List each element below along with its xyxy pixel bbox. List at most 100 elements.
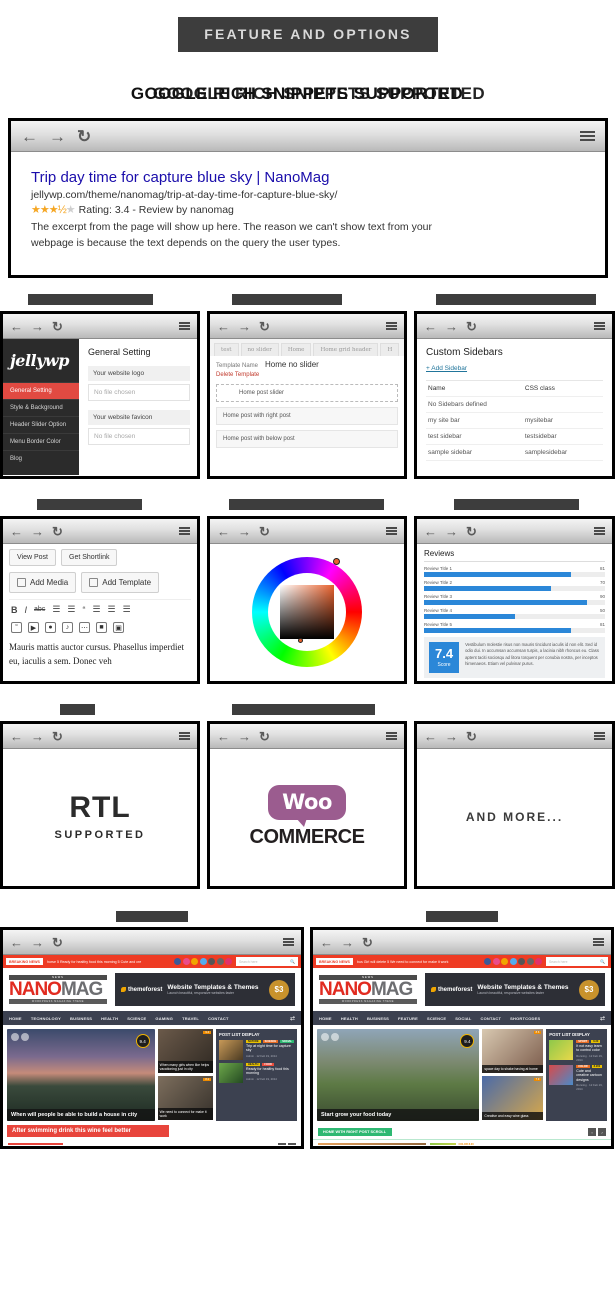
slider-arrows[interactable] — [11, 1033, 29, 1041]
hamburger-icon[interactable] — [179, 321, 190, 332]
reload-icon[interactable]: ↻ — [466, 730, 477, 743]
nav-item-contact[interactable]: CONTACT — [481, 1016, 502, 1021]
forward-icon[interactable]: → — [31, 525, 44, 538]
back-icon[interactable]: ← — [21, 128, 38, 145]
reload-icon[interactable]: ↻ — [466, 525, 477, 538]
back-icon[interactable]: ← — [10, 730, 23, 743]
align-center-icon[interactable]: ☰ — [108, 604, 116, 615]
forward-icon[interactable]: → — [49, 128, 66, 145]
back-icon[interactable]: ← — [320, 936, 333, 949]
reload-icon[interactable]: ↻ — [259, 525, 270, 538]
add-sidebar-link[interactable]: + Add Sidebar — [426, 365, 467, 372]
social-icons[interactable] — [174, 958, 232, 965]
reload-icon[interactable]: ↻ — [259, 320, 270, 333]
forward-icon[interactable]: → — [31, 936, 44, 949]
bold-icon[interactable]: B — [11, 605, 18, 615]
twitter-icon[interactable] — [509, 958, 517, 965]
nav-item-home[interactable]: HOME — [319, 1016, 332, 1021]
hamburger-icon[interactable] — [386, 526, 397, 537]
random-post-icon[interactable]: ⇄ — [600, 1015, 605, 1022]
hamburger-icon[interactable] — [179, 526, 190, 537]
block-icon[interactable]: ■ — [96, 622, 107, 633]
back-icon[interactable]: ← — [424, 730, 437, 743]
reload-icon[interactable]: ↻ — [362, 936, 373, 949]
mid-card[interactable]: 8.2 We need to connect for make it work — [157, 1076, 214, 1120]
bottom-headline[interactable]: After swimming drink this wine feel bett… — [7, 1125, 170, 1137]
nav-item-health[interactable]: HEALTH — [101, 1016, 118, 1021]
reload-icon[interactable]: ↻ — [52, 730, 63, 743]
hamburger-icon[interactable] — [594, 526, 605, 537]
forward-icon[interactable]: → — [445, 730, 458, 743]
linkedin-icon[interactable] — [526, 958, 534, 965]
mid-card[interactable]: 9.4 When many girls when like helps vaca… — [157, 1029, 214, 1073]
featured-slider[interactable]: 9.4 When will people be able to build a … — [7, 1029, 155, 1121]
themeforest-ad-banner[interactable]: themeforest Website Templates & Themes L… — [425, 973, 605, 1006]
hamburger-icon[interactable] — [283, 937, 294, 948]
list-item[interactable]: HEALTH FOOD Ready for healthy food this … — [219, 1063, 294, 1083]
get-shortlink-button[interactable]: Get Shortlink — [61, 549, 118, 566]
nav-item-technology[interactable]: TECHNOLOGY — [31, 1016, 61, 1021]
hamburger-icon[interactable] — [593, 937, 604, 948]
view-post-button[interactable]: View Post — [9, 549, 56, 566]
color-wheel-icon[interactable] — [252, 557, 362, 667]
vimeo-icon[interactable]: ● — [45, 622, 56, 633]
social-icons[interactable] — [484, 958, 542, 965]
nav-item-gaming[interactable]: GAMING — [155, 1016, 173, 1021]
reload-icon[interactable]: ↻ — [52, 525, 63, 538]
tab-no-slider[interactable]: no slider — [240, 343, 279, 356]
forward-icon[interactable]: → — [238, 730, 251, 743]
nav-item-science[interactable]: SCIENCE — [127, 1016, 146, 1021]
nav-item-travel[interactable]: TRAVEL — [182, 1016, 199, 1021]
reload-icon[interactable]: ↻ — [466, 320, 477, 333]
bullet-list-icon[interactable]: ☰ — [52, 604, 60, 615]
reload-icon[interactable]: ↻ — [259, 730, 270, 743]
rss-icon[interactable] — [518, 958, 525, 965]
list-item[interactable]: SPORT 6.30 It not easy learn to control … — [549, 1040, 604, 1062]
flickr-icon[interactable] — [535, 958, 542, 965]
more-icon[interactable]: ⋯ — [79, 622, 90, 633]
strikethrough-icon[interactable]: abc — [34, 606, 45, 613]
nav-item-contact[interactable]: CONTACT — [208, 1016, 229, 1021]
numbered-list-icon[interactable]: ☰ — [67, 604, 75, 615]
add-media-button[interactable]: Add Media — [9, 572, 77, 593]
forward-icon[interactable]: → — [341, 936, 354, 949]
sidebar-item-style-background[interactable]: Style & Background — [3, 399, 79, 416]
forward-icon[interactable]: → — [31, 320, 44, 333]
search-input[interactable]: Search here 🔍 — [546, 957, 608, 966]
saturation-brightness-box[interactable] — [280, 585, 334, 643]
random-post-icon[interactable]: ⇄ — [290, 1015, 295, 1022]
forward-icon[interactable]: → — [445, 320, 458, 333]
carousel-arrows[interactable]: ‹› — [278, 1143, 296, 1145]
twitter-icon[interactable] — [199, 958, 207, 965]
nav-item-feature[interactable]: FEATURE — [398, 1016, 418, 1021]
hue-handle[interactable] — [333, 558, 340, 565]
nav-item-social[interactable]: SOCIAL — [455, 1016, 471, 1021]
linkedin-icon[interactable] — [216, 958, 224, 965]
template-block-home-post-slider[interactable]: Home post slider — [216, 384, 398, 402]
reload-icon[interactable]: ↻ — [77, 128, 91, 145]
site-logo[interactable]: NEWS NANOMAG WORDPRESS MAGAZINE THEME — [319, 975, 417, 1004]
list-item[interactable]: COLOR 8.200 Cute and creative cartoon de… — [549, 1064, 604, 1091]
quote-icon[interactable]: “ — [11, 622, 22, 633]
back-icon[interactable]: ← — [10, 936, 23, 949]
featured-slider[interactable]: 9.4 Start grow your food today — [317, 1029, 480, 1121]
template-name-input[interactable]: Home no slider — [265, 360, 319, 369]
facebook-icon[interactable] — [484, 958, 491, 965]
audio-icon[interactable]: ♪ — [62, 622, 73, 633]
align-right-icon[interactable]: ☰ — [123, 604, 131, 615]
italic-icon[interactable]: I — [25, 605, 28, 615]
hamburger-icon[interactable] — [594, 321, 605, 332]
template-block-home-post-below[interactable]: Home post with below post — [216, 430, 398, 448]
reload-icon[interactable]: ↻ — [52, 936, 63, 949]
sidebar-item-header-slider-option[interactable]: Header Slider Option — [3, 416, 79, 433]
mid-card[interactable]: 8.6 space day to shake having at home — [482, 1029, 544, 1073]
rss-icon[interactable] — [208, 958, 215, 965]
dribbble-icon[interactable] — [182, 958, 190, 965]
tab-more[interactable]: H — [380, 343, 400, 356]
add-template-button[interactable]: Add Template — [81, 572, 160, 593]
nav-item-business[interactable]: BUSINESS — [367, 1016, 389, 1021]
align-left-icon[interactable]: ☰ — [92, 604, 100, 615]
flickr-icon[interactable] — [225, 958, 232, 965]
hamburger-icon[interactable] — [386, 321, 397, 332]
nav-item-science[interactable]: SCIENCE — [427, 1016, 446, 1021]
